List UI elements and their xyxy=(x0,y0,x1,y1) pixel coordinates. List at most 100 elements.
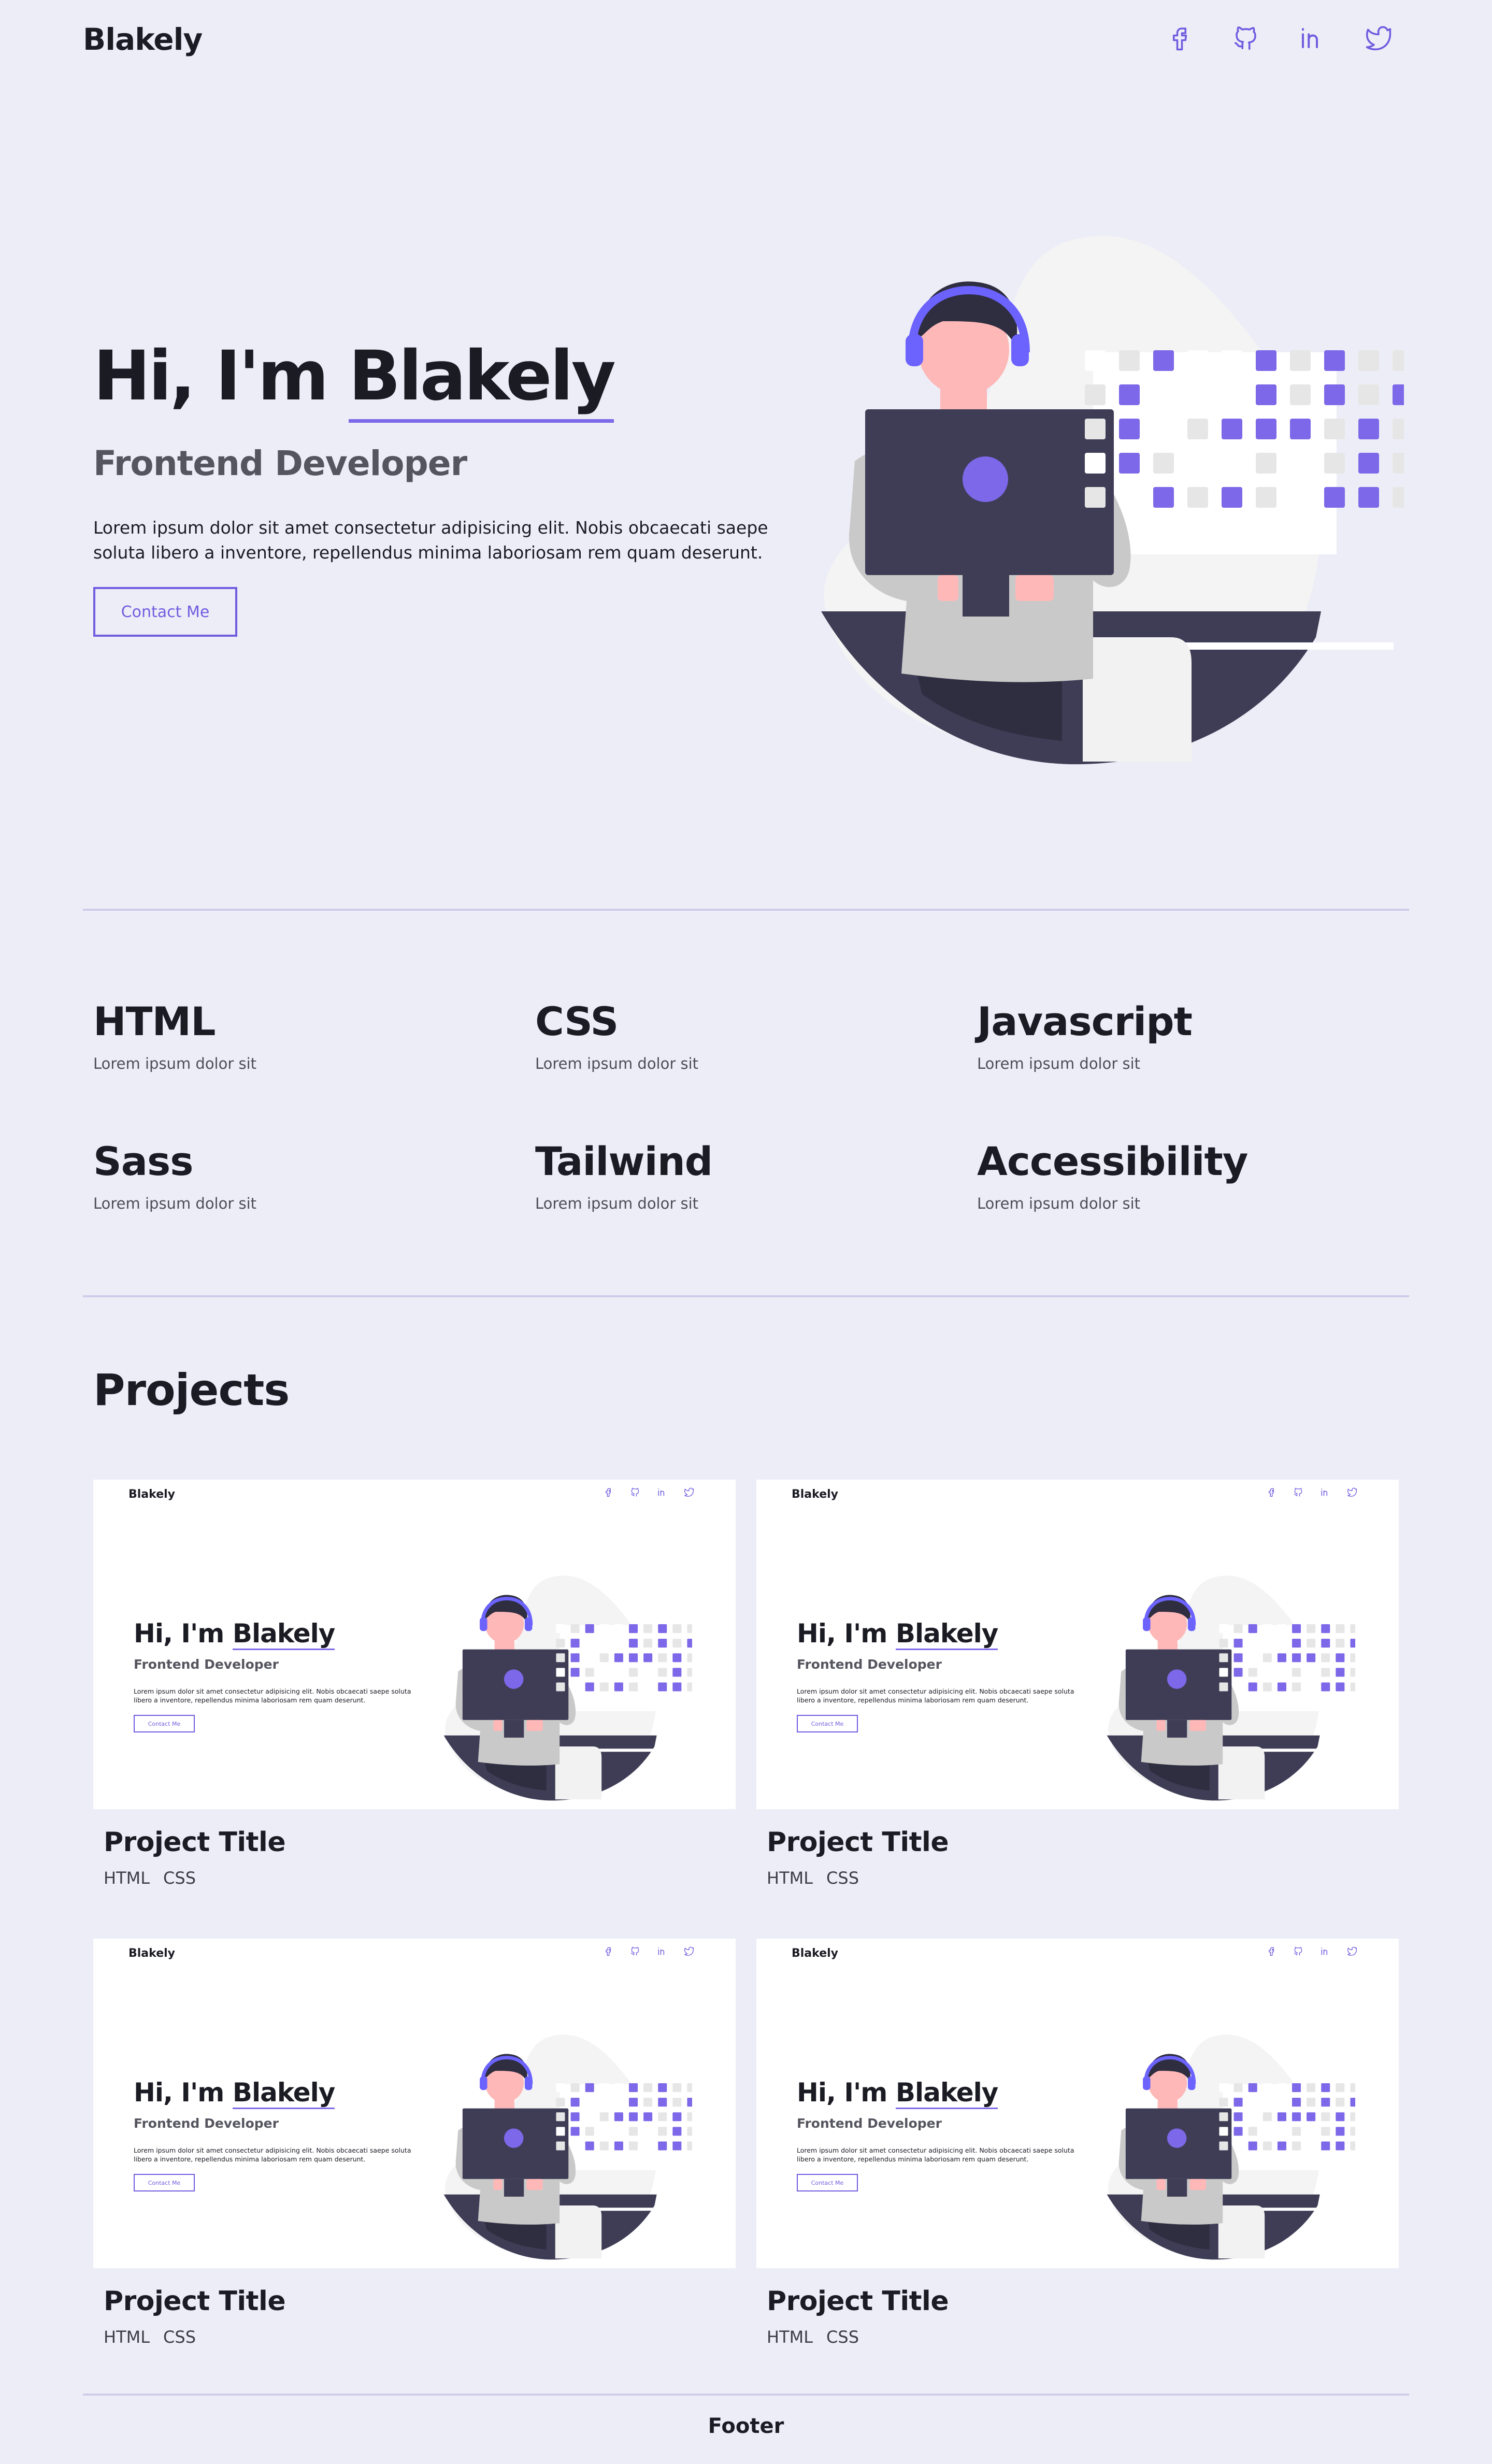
thumb-social-icons xyxy=(603,1487,694,1497)
thumb-heading: Hi, I'm Blakely xyxy=(134,1618,335,1650)
skill-title: Javascript xyxy=(977,998,1193,1044)
hero-section: Hi, I'm Blakely Frontend Developer Lorem… xyxy=(93,336,782,637)
project-card[interactable]: Blakely Hi, I'm Blakely Frontend Develop… xyxy=(93,1480,736,1888)
skill-item: CSS Lorem ipsum dolor sit xyxy=(535,998,950,1073)
thumb-greeting: Hi, I'm xyxy=(797,2078,887,2108)
skill-text: Lorem ipsum dolor sit xyxy=(977,1055,1141,1072)
thumb-heading: Hi, I'm Blakely xyxy=(134,2078,335,2109)
facebook-icon[interactable] xyxy=(1165,23,1195,53)
project-card[interactable]: Blakely Hi, I'm Blakely Frontend Develop… xyxy=(756,1480,1399,1888)
project-tags: HTML CSS xyxy=(767,2327,1399,2347)
thumb-contact-button: Contact Me xyxy=(797,1715,858,1732)
skill-text: Lorem ipsum dolor sit xyxy=(535,1195,699,1212)
thumb-illustration xyxy=(423,2027,692,2265)
thumb-social-icons xyxy=(1266,1946,1357,1956)
thumb-role: Frontend Developer xyxy=(797,1657,942,1672)
thumb-heading: Hi, I'm Blakely xyxy=(797,2078,998,2109)
thumb-illustration xyxy=(1086,1568,1355,1806)
project-thumbnail[interactable]: Blakely Hi, I'm Blakely Frontend Develop… xyxy=(756,1939,1399,2268)
linkedin-icon xyxy=(657,1487,667,1497)
projects-title: Projects xyxy=(93,1365,290,1415)
project-title: Project Title xyxy=(767,1827,949,1858)
thumb-brand: Blakely xyxy=(128,1947,175,1960)
project-tag: HTML xyxy=(767,2327,813,2347)
project-card[interactable]: Blakely Hi, I'm Blakely Frontend Develop… xyxy=(756,1939,1399,2347)
skill-item: Sass Lorem ipsum dolor sit xyxy=(93,1138,508,1213)
thumb-brand: Blakely xyxy=(128,1488,175,1501)
thumb-social-icons xyxy=(603,1946,694,1956)
thumb-description: Lorem ipsum dolor sit amet consectetur a… xyxy=(134,2146,411,2163)
thumb-social-icons xyxy=(1266,1487,1357,1497)
project-tag: HTML xyxy=(104,2327,150,2347)
thumb-role: Frontend Developer xyxy=(797,2116,942,2131)
section-divider xyxy=(83,909,1409,911)
project-tag: CSS xyxy=(163,1868,196,1888)
contact-me-button[interactable]: Contact Me xyxy=(93,587,237,637)
twitter-icon xyxy=(1347,1487,1357,1497)
twitter-icon xyxy=(1347,1946,1357,1956)
project-tag: CSS xyxy=(826,2327,859,2347)
thumb-role: Frontend Developer xyxy=(134,1657,279,1672)
thumb-brand: Blakely xyxy=(792,1488,838,1501)
skill-item: Javascript Lorem ipsum dolor sit xyxy=(977,998,1391,1073)
linkedin-icon xyxy=(1320,1487,1330,1497)
twitter-icon[interactable] xyxy=(1364,23,1394,53)
thumb-name: Blakely xyxy=(232,2078,335,2109)
project-tag: CSS xyxy=(163,2327,196,2347)
project-thumbnail[interactable]: Blakely Hi, I'm Blakely Frontend Develop… xyxy=(93,1480,736,1809)
thumb-contact-button: Contact Me xyxy=(134,2174,195,2191)
linkedin-icon xyxy=(1320,1946,1330,1956)
thumb-name: Blakely xyxy=(232,1618,335,1650)
thumb-greeting: Hi, I'm xyxy=(134,1618,224,1649)
skill-item: Accessibility Lorem ipsum dolor sit xyxy=(977,1138,1391,1213)
skill-title: Accessibility xyxy=(977,1138,1248,1184)
thumb-contact-button: Contact Me xyxy=(797,2174,858,2191)
skill-title: CSS xyxy=(535,998,619,1044)
thumb-description: Lorem ipsum dolor sit amet consectetur a… xyxy=(797,2146,1074,2163)
project-title: Project Title xyxy=(104,1827,286,1858)
github-icon xyxy=(1293,1946,1303,1956)
project-title: Project Title xyxy=(767,2286,949,2317)
hero-name: Blakely xyxy=(348,336,616,423)
site-header: Blakely xyxy=(83,0,1409,81)
thumb-contact-button: Contact Me xyxy=(134,1715,195,1732)
github-icon xyxy=(630,1946,640,1956)
github-icon xyxy=(630,1487,640,1497)
linkedin-icon[interactable] xyxy=(1297,23,1327,53)
project-title: Project Title xyxy=(104,2286,286,2317)
hero-role: Frontend Developer xyxy=(93,443,467,483)
brand-logo[interactable]: Blakely xyxy=(83,22,203,57)
project-card[interactable]: Blakely Hi, I'm Blakely Frontend Develop… xyxy=(93,1939,736,2347)
project-tags: HTML CSS xyxy=(104,2327,736,2347)
skill-text: Lorem ipsum dolor sit xyxy=(535,1055,699,1072)
hero-greeting: Hi, I'm xyxy=(93,336,329,416)
skill-title: Sass xyxy=(93,1138,194,1184)
facebook-icon xyxy=(603,1487,613,1497)
project-thumbnail[interactable]: Blakely Hi, I'm Blakely Frontend Develop… xyxy=(756,1480,1399,1809)
facebook-icon xyxy=(1266,1946,1276,1956)
skill-text: Lorem ipsum dolor sit xyxy=(977,1195,1141,1212)
project-thumbnail[interactable]: Blakely Hi, I'm Blakely Frontend Develop… xyxy=(93,1939,736,2268)
footer-divider xyxy=(83,2394,1409,2396)
social-links xyxy=(1165,23,1394,53)
twitter-icon xyxy=(684,1487,694,1497)
facebook-icon xyxy=(1266,1487,1276,1497)
section-divider xyxy=(83,1295,1409,1297)
github-icon[interactable] xyxy=(1231,23,1261,53)
thumb-greeting: Hi, I'm xyxy=(134,2078,224,2108)
site-footer: Footer xyxy=(708,2414,784,2438)
hero-heading: Hi, I'm Blakely xyxy=(93,336,782,423)
skill-title: Tailwind xyxy=(535,1138,713,1184)
skill-text: Lorem ipsum dolor sit xyxy=(93,1195,257,1212)
project-tag: HTML xyxy=(104,1868,150,1888)
linkedin-icon xyxy=(657,1946,667,1956)
github-icon xyxy=(1293,1487,1303,1497)
skill-item: HTML Lorem ipsum dolor sit xyxy=(93,1002,508,1073)
project-tag: CSS xyxy=(826,1868,859,1888)
thumb-brand: Blakely xyxy=(792,1947,838,1960)
thumb-illustration xyxy=(1086,2027,1355,2265)
thumb-name: Blakely xyxy=(895,1618,998,1650)
thumb-role: Frontend Developer xyxy=(134,2116,279,2131)
project-tag: HTML xyxy=(767,1868,813,1888)
facebook-icon xyxy=(603,1946,613,1956)
